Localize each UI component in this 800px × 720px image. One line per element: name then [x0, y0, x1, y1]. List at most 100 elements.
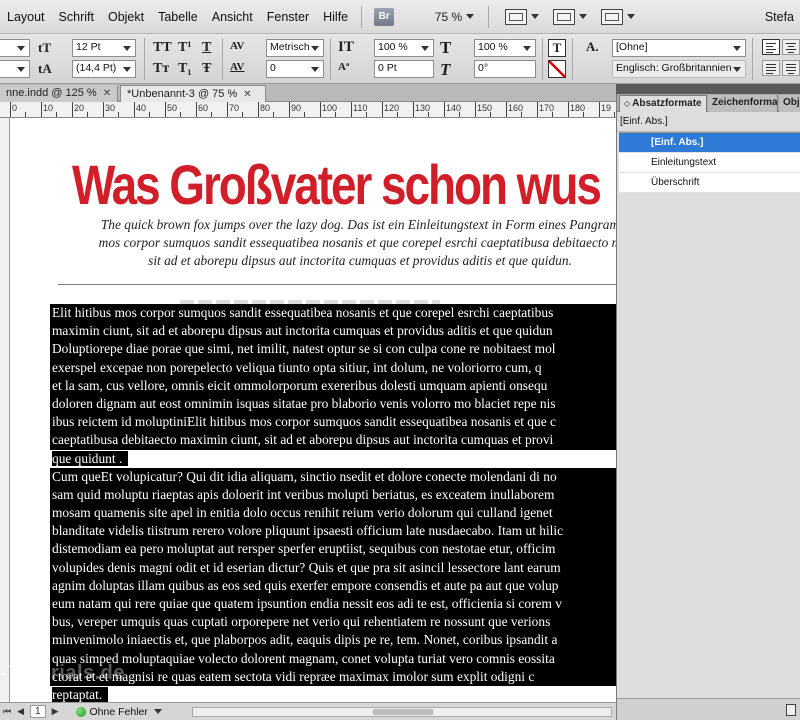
- chevron-down-icon: [733, 46, 741, 51]
- ruler-tick: [134, 102, 135, 117]
- tab-absatzformate[interactable]: ◇ Absatzformate: [619, 95, 707, 112]
- font-size-icon: tT: [38, 40, 51, 55]
- intro-paragraph[interactable]: The quick brown fox jumps over the lazy …: [50, 216, 616, 270]
- fill-color-swatch[interactable]: T: [548, 39, 566, 57]
- toolbar-separator: [572, 38, 573, 80]
- vertical-scale-field[interactable]: 100 %: [374, 39, 434, 57]
- stroke-none-swatch[interactable]: [548, 60, 566, 78]
- kerning-field[interactable]: Metrisch: [266, 39, 324, 57]
- tracking-icon: AV: [230, 61, 245, 73]
- horizontal-scale-field[interactable]: 100 %: [474, 39, 536, 57]
- close-icon[interactable]: ✕: [103, 88, 111, 99]
- tab-label: Zeichenforma: [712, 97, 778, 108]
- vertical-ruler[interactable]: [0, 118, 10, 702]
- subscript-button[interactable]: T₁: [178, 61, 192, 77]
- ruler-label: 19: [601, 103, 612, 113]
- divider-line: [58, 284, 616, 285]
- superscript-button[interactable]: T¹: [178, 40, 192, 56]
- justify-center-button[interactable]: [782, 60, 800, 76]
- chevron-down-icon: [466, 14, 475, 19]
- ruler-tick: [227, 102, 228, 117]
- body-text-line-content: reptaptat.: [52, 686, 109, 702]
- small-caps-button[interactable]: Tт: [153, 61, 169, 77]
- justify-left-button[interactable]: [762, 60, 780, 76]
- body-text-frame-selected[interactable]: Elit hitibus mos corpor sumquos sandit e…: [50, 304, 616, 702]
- body-text-line: sam quid moluptu riaeptas apis doloerit …: [50, 485, 616, 505]
- tab-objektformate[interactable]: Obj: [779, 95, 800, 112]
- align-left-button[interactable]: [762, 39, 780, 55]
- bridge-button[interactable]: Br: [374, 7, 395, 26]
- view-options-icon[interactable]: [505, 8, 528, 25]
- body-text-line: bus, vereper umquis quas cuptati orporep…: [50, 613, 616, 632]
- leading-field[interactable]: (14,4 Pt): [72, 60, 136, 78]
- body-text-line: quas simped moluptaquiae volecto doloren…: [50, 649, 616, 668]
- align-center-button[interactable]: [782, 39, 800, 55]
- baseline-shift-field[interactable]: 0 Pt: [374, 60, 434, 78]
- tab-document-nne[interactable]: nne.indd @ 125 % ✕: [0, 85, 118, 102]
- preflight-status-icon: [75, 706, 86, 717]
- ruler-tick: [397, 112, 398, 117]
- zoom-level-dropdown[interactable]: 75 %: [404, 10, 475, 24]
- ruler-label: 10: [43, 103, 54, 113]
- first-page-icon[interactable]: ⏮: [3, 706, 11, 717]
- tab-label: Absatzformate: [632, 98, 702, 109]
- horizontal-ruler[interactable]: 0 10 20 30 40 50 60 70 80 90 100 110 120 130 140 150 160…: [0, 102, 616, 118]
- chevron-down-icon: [421, 46, 429, 51]
- menu-fenster[interactable]: Fenster: [260, 10, 316, 24]
- ruler-tick: [211, 112, 212, 117]
- kerning-icon: AV: [230, 40, 245, 52]
- document-canvas[interactable]: Was Großvater schon wus The quick brown …: [0, 118, 616, 702]
- preflight-status-text[interactable]: Ohne Fehler: [90, 706, 148, 718]
- skew-field[interactable]: 0°: [474, 60, 536, 78]
- character-style-field[interactable]: [Ohne]: [612, 39, 746, 57]
- close-icon[interactable]: ✕: [243, 89, 251, 100]
- document-tab-bar: nne.indd @ 125 % ✕ *Unbenannt-3 @ 75 % ✕: [0, 84, 616, 102]
- font-size-field[interactable]: 12 Pt: [72, 39, 136, 57]
- ruler-tick: [521, 112, 522, 117]
- tracking-field[interactable]: 0: [266, 60, 324, 78]
- ruler-label: 70: [229, 103, 240, 113]
- menu-layout[interactable]: Layout: [0, 10, 52, 24]
- body-text-line: exerspel excepae non porepelecto veliqua…: [50, 358, 616, 377]
- previous-page-icon[interactable]: ◀: [17, 706, 24, 717]
- font-variant-field[interactable]: [0, 60, 30, 78]
- arrange-documents-icon[interactable]: [601, 8, 624, 25]
- chevron-down-icon: [531, 14, 540, 19]
- tab-document-unbenannt[interactable]: *Unbenannt-3 @ 75 % ✕: [120, 85, 266, 102]
- kerning-value: Metrisch: [270, 41, 310, 53]
- next-page-icon[interactable]: ▶: [52, 706, 59, 717]
- font-style-field[interactable]: [0, 39, 30, 57]
- horizontal-scrollbar[interactable]: [191, 706, 612, 717]
- body-text-line: ibus reictem id moluptiniElit hitibus mo…: [50, 413, 616, 432]
- language-field[interactable]: Englisch: Großbritannien: [612, 60, 746, 78]
- chevron-down-icon[interactable]: [153, 709, 162, 714]
- tab-zeichenformate[interactable]: Zeichenforma: [708, 95, 778, 112]
- ruler-label: 20: [74, 103, 85, 113]
- collapse-icon[interactable]: ◇: [624, 99, 630, 108]
- underline-button[interactable]: T: [202, 40, 211, 56]
- strikethrough-button[interactable]: Ŧ: [202, 61, 211, 77]
- all-caps-button[interactable]: TT: [153, 40, 172, 56]
- trash-icon[interactable]: [786, 704, 796, 716]
- page-number[interactable]: 1: [30, 705, 46, 718]
- style-item-einf-abs[interactable]: [Einf. Abs.]: [619, 133, 800, 153]
- body-text-line: agnim doluptas illam quibus as eos sed q…: [50, 576, 616, 595]
- document-headline[interactable]: Was Großvater schon wus: [72, 152, 602, 217]
- body-text-line: volupides denis magni odit et id eserian…: [50, 558, 616, 577]
- screen-mode-icon[interactable]: [553, 8, 576, 25]
- menu-objekt[interactable]: Objekt: [101, 10, 151, 24]
- ruler-tick: [273, 112, 274, 117]
- ruler-tick: [118, 112, 119, 117]
- user-account-label[interactable]: Stefa: [765, 10, 800, 24]
- menu-hilfe[interactable]: Hilfe: [316, 10, 355, 24]
- menu-schrift[interactable]: Schrift: [52, 10, 101, 24]
- style-item-einleitungstext[interactable]: Einleitungstext: [619, 153, 800, 173]
- skew-icon: T: [440, 60, 451, 79]
- menu-ansicht[interactable]: Ansicht: [205, 10, 260, 24]
- style-item-ueberschrift[interactable]: Überschrift: [619, 173, 800, 193]
- body-text-line: que quidunt .: [50, 450, 616, 468]
- menu-tabelle[interactable]: Tabelle: [151, 10, 205, 24]
- baseline-shift-icon: Aª: [338, 61, 350, 73]
- chevron-down-icon: [17, 67, 25, 72]
- ruler-tick: [568, 102, 569, 117]
